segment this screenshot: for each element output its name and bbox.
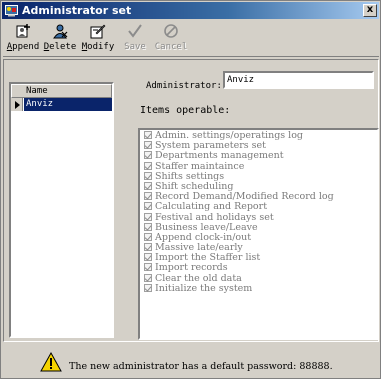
list-item[interactable]: Anviz [11,98,112,111]
app-icon [5,5,18,17]
list-item-name: Anviz [24,98,112,111]
close-button[interactable]: x [363,4,377,17]
checkbox-checked-icon[interactable] [144,232,152,241]
title-bar[interactable]: Administrator set x [2,2,379,19]
checkbox-checked-icon[interactable] [144,151,152,160]
save-button[interactable]: Save [121,23,149,55]
administrator-set-window: Administrator set x Append Delete Modify… [0,0,381,379]
checkbox-checked-icon[interactable] [144,273,152,282]
modify-label: Modify [81,42,115,52]
save-label: Save [124,42,146,52]
list-header-name[interactable]: Name [11,84,112,98]
checkbox-checked-icon[interactable] [144,212,152,221]
append-label: Append [6,42,40,52]
checkbox-checked-icon[interactable] [144,192,152,201]
items-operable-label: Items operable: [140,105,231,116]
cancel-label: Cancel [154,42,188,52]
checkbox-checked-icon[interactable] [144,181,152,190]
items-list: Admin. settings/operatings log System par… [144,130,334,294]
status-bar: The new administrator has a default pass… [3,344,379,378]
item-label: Initialize the system [155,282,253,294]
checkbox-checked-icon[interactable] [144,253,152,262]
administrator-list[interactable]: Name Anviz [9,82,114,338]
delete-button[interactable]: Delete [43,23,77,55]
status-message: The new administrator has a default pass… [69,361,333,372]
cancel-icon [164,24,178,38]
checkbox-checked-icon[interactable] [144,141,152,150]
checkbox-checked-icon[interactable] [144,171,152,180]
window-title: Administrator set [22,4,132,17]
checkbox-checked-icon[interactable] [144,222,152,231]
row-pointer-icon [11,98,23,111]
administrator-input[interactable]: Anviz [223,71,374,89]
delete-label: Delete [43,42,77,52]
list-header-label: Name [26,86,48,96]
list-item[interactable]: Initialize the system [144,282,334,294]
items-operable-list: Admin. settings/operatings log System par… [138,128,379,340]
warning-icon [40,352,62,372]
checkbox-checked-icon[interactable] [144,283,152,292]
checkbox-checked-icon[interactable] [144,263,152,272]
checkbox-checked-icon[interactable] [144,131,152,139]
modify-icon [90,24,106,39]
toolbar: Append Delete Modify Save Cancel [3,21,379,57]
append-icon [16,24,30,38]
delete-user-icon [53,24,68,39]
checkbox-checked-icon[interactable] [144,161,152,170]
checkbox-checked-icon[interactable] [144,202,152,211]
append-button[interactable]: Append [5,23,41,55]
administrator-label: Administrator: [146,81,222,91]
cancel-button[interactable]: Cancel [153,23,189,55]
checkbox-checked-icon[interactable] [144,243,152,252]
modify-button[interactable]: Modify [81,23,115,55]
checkmark-icon [128,24,142,38]
content-panel: Name Anviz Administrator: Anviz Items op… [3,59,379,342]
